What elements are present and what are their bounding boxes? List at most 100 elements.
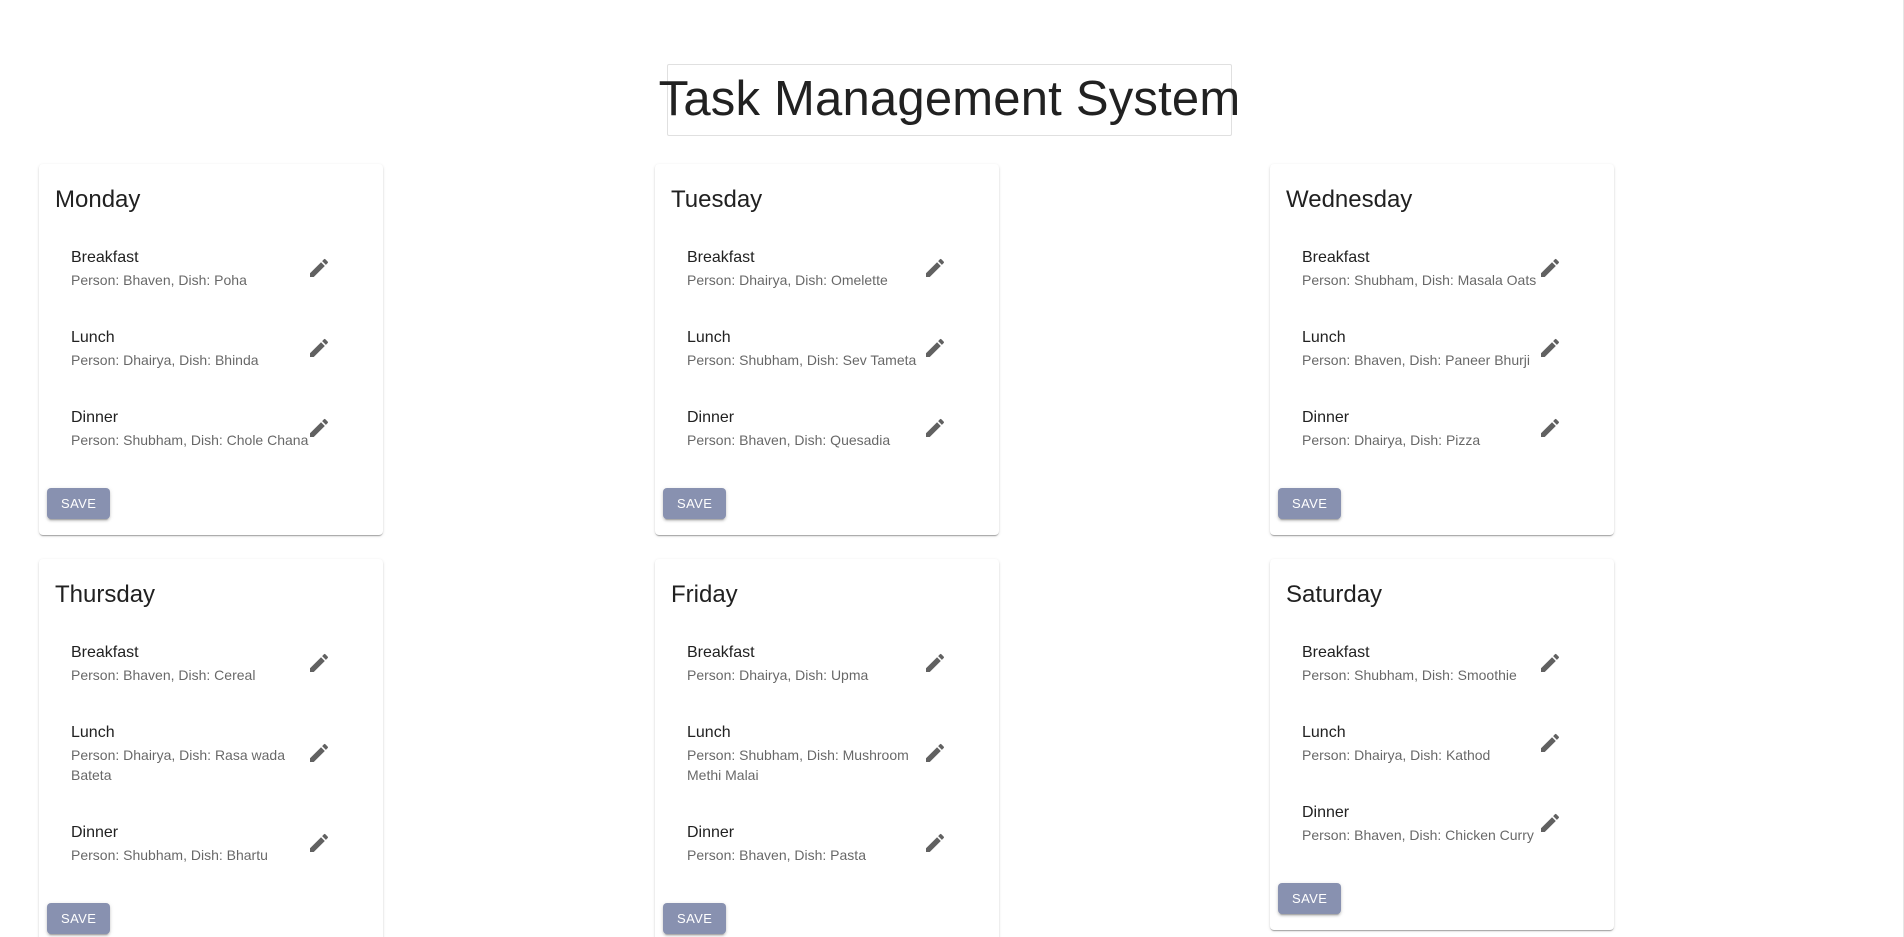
meal-detail: Person: Shubham, Dish: Mushroom Methi Ma… — [687, 747, 909, 784]
pencil-edit-icon — [310, 744, 329, 763]
meal-item-lunch: Lunch Person: Dhairya, Dish: Bhinda — [55, 320, 367, 376]
pencil-edit-icon — [1541, 653, 1560, 672]
meal-item-breakfast: Breakfast Person: Dhairya, Dish: Upma — [671, 635, 983, 691]
meal-detail: Person: Shubham, Dish: Masala Oats — [1302, 272, 1537, 288]
meal-item-breakfast: Breakfast Person: Bhaven, Dish: Cereal — [55, 635, 367, 691]
pencil-edit-icon — [926, 744, 945, 763]
meal-item-lunch: Lunch Person: Dhairya, Dish: Rasa wada B… — [55, 715, 367, 791]
meal-name: Lunch — [1302, 329, 1346, 347]
meal-name: Breakfast — [1302, 644, 1370, 661]
meal-name: Breakfast — [687, 249, 755, 266]
meal-name: Dinner — [71, 824, 119, 842]
edit-button[interactable] — [915, 643, 955, 683]
edit-button[interactable] — [299, 328, 339, 368]
pencil-edit-icon — [310, 653, 329, 672]
day-card-tuesday: Tuesday Breakfast Person: Dhairya, Dish:… — [655, 164, 999, 536]
meal-item-dinner: Dinner Person: Shubham, Dish: Bhartu — [55, 815, 367, 871]
meal-detail: Person: Bhaven, Dish: Poha — [71, 272, 247, 288]
day-title: Friday — [671, 581, 738, 608]
day-card-friday: Friday Breakfast Person: Dhairya, Dish: … — [655, 559, 999, 937]
meal-name: Breakfast — [71, 644, 139, 661]
save-button[interactable]: SAVE — [663, 903, 727, 935]
meal-item-breakfast: Breakfast Person: Shubham, Dish: Masala … — [1286, 240, 1598, 296]
meal-item-dinner: Dinner Person: Dhairya, Dish: Pizza — [1286, 400, 1598, 456]
pencil-edit-icon — [310, 419, 329, 438]
edit-button[interactable] — [915, 733, 955, 773]
save-button[interactable]: SAVE — [47, 903, 111, 935]
page-title-box: Task Management System — [659, 64, 1240, 136]
edit-button[interactable] — [915, 823, 955, 863]
edit-button[interactable] — [299, 248, 339, 288]
meal-list: Breakfast Person: Dhairya, Dish: Upma Lu… — [671, 635, 983, 871]
pencil-edit-icon — [310, 339, 329, 358]
pencil-edit-icon — [926, 419, 945, 438]
meal-item-dinner: Dinner Person: Bhaven, Dish: Pasta — [671, 815, 983, 871]
pencil-edit-icon — [1541, 258, 1560, 277]
edit-button[interactable] — [1530, 643, 1570, 683]
meal-name: Breakfast — [71, 249, 139, 266]
edit-button[interactable] — [1530, 408, 1570, 448]
meal-detail: Person: Dhairya, Dish: Pizza — [1302, 432, 1481, 449]
day-title: Saturday — [1286, 581, 1383, 608]
meal-list: Breakfast Person: Shubham, Dish: Smoothi… — [1286, 635, 1598, 851]
pencil-edit-icon — [1541, 339, 1560, 358]
meal-name: Breakfast — [1302, 249, 1370, 266]
pencil-edit-icon — [1541, 419, 1560, 438]
pencil-edit-icon — [926, 339, 945, 358]
meal-item-breakfast: Breakfast Person: Bhaven, Dish: Poha — [55, 240, 367, 296]
meal-name: Lunch — [71, 724, 115, 742]
meal-detail: Person: Shubham, Dish: Sev Tameta — [687, 352, 917, 369]
meal-name: Dinner — [687, 824, 735, 842]
meal-item-lunch: Lunch Person: Shubham, Dish: Mushroom Me… — [671, 715, 983, 791]
edit-button[interactable] — [1530, 723, 1570, 763]
meal-list: Breakfast Person: Bhaven, Dish: Cereal L… — [55, 635, 367, 871]
day-title: Thursday — [55, 581, 156, 608]
edit-button[interactable] — [915, 408, 955, 448]
meal-detail: Person: Shubham, Dish: Bhartu — [71, 847, 268, 864]
meal-detail: Person: Dhairya, Dish: Rasa wada Bateta — [71, 747, 285, 784]
save-button[interactable]: SAVE — [1278, 488, 1342, 520]
meal-detail: Person: Bhaven, Dish: Cereal — [71, 667, 256, 683]
meal-name: Dinner — [1302, 409, 1350, 427]
meal-list: Breakfast Person: Dhairya, Dish: Omelett… — [671, 240, 983, 456]
meal-detail: Person: Bhaven, Dish: Paneer Bhurji — [1302, 352, 1531, 369]
meal-detail: Person: Bhaven, Dish: Chicken Curry — [1302, 827, 1534, 844]
save-button[interactable]: SAVE — [663, 488, 727, 520]
meal-item-dinner: Dinner Person: Bhaven, Dish: Quesadia — [671, 400, 983, 456]
edit-button[interactable] — [915, 248, 955, 288]
edit-button[interactable] — [1530, 328, 1570, 368]
edit-button[interactable] — [299, 408, 339, 448]
meal-detail: Person: Dhairya, Dish: Kathod — [1302, 747, 1491, 764]
edit-button[interactable] — [299, 823, 339, 863]
pencil-edit-icon — [1541, 814, 1560, 833]
meal-name: Lunch — [1302, 724, 1346, 742]
pencil-edit-icon — [926, 834, 945, 853]
meal-name: Dinner — [687, 409, 735, 427]
meal-item-lunch: Lunch Person: Shubham, Dish: Sev Tameta — [671, 320, 983, 376]
edit-button[interactable] — [1530, 248, 1570, 288]
meal-name: Lunch — [687, 724, 731, 742]
edit-button[interactable] — [915, 328, 955, 368]
page: Task Management System Monday Breakfast … — [0, 0, 1904, 937]
day-title: Wednesday — [1286, 186, 1413, 213]
pencil-edit-icon — [1541, 734, 1560, 753]
edit-button[interactable] — [299, 733, 339, 773]
pencil-edit-icon — [310, 258, 329, 277]
day-card-wednesday: Wednesday Breakfast Person: Shubham, Dis… — [1270, 164, 1614, 536]
meal-item-dinner: Dinner Person: Bhaven, Dish: Chicken Cur… — [1286, 795, 1598, 851]
meal-name: Dinner — [1302, 804, 1350, 822]
pencil-edit-icon — [926, 653, 945, 672]
edit-button[interactable] — [1530, 803, 1570, 843]
edit-button[interactable] — [299, 643, 339, 683]
meal-detail: Person: Dhairya, Dish: Upma — [687, 667, 869, 683]
meal-detail: Person: Shubham, Dish: Chole Chana — [71, 432, 309, 449]
day-card-thursday: Thursday Breakfast Person: Bhaven, Dish:… — [39, 559, 383, 937]
day-title: Tuesday — [671, 186, 763, 213]
meal-detail: Person: Shubham, Dish: Smoothie — [1302, 667, 1517, 683]
save-button[interactable]: SAVE — [47, 488, 111, 520]
pencil-edit-icon — [926, 258, 945, 277]
page-title: Task Management System — [658, 72, 1241, 126]
meal-name: Dinner — [71, 409, 119, 427]
day-title: Monday — [55, 186, 141, 213]
save-button[interactable]: SAVE — [1278, 883, 1342, 915]
